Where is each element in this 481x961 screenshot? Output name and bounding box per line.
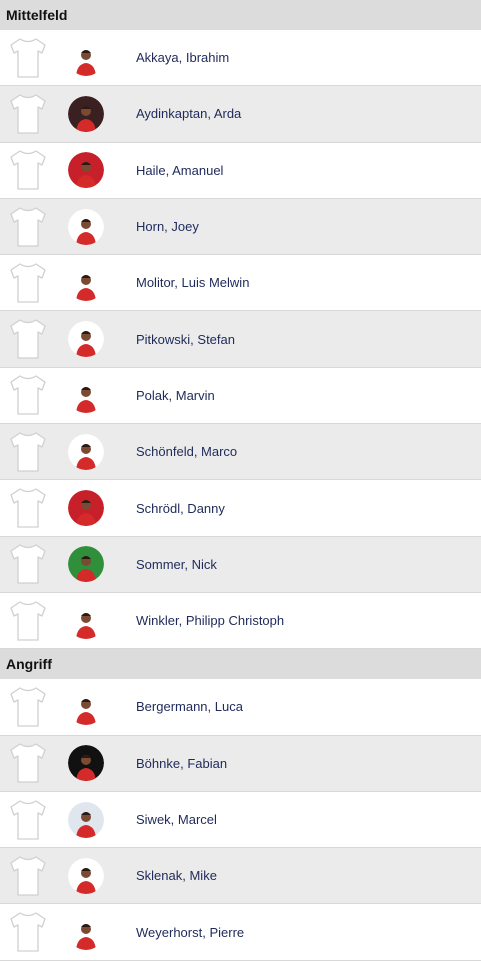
shirt-icon [10,94,46,134]
player-photo-icon [68,433,104,470]
player-avatar [68,801,104,838]
player-avatar [68,377,104,414]
player-avatar [68,433,104,470]
player-row[interactable]: Horn, Joey [0,198,481,256]
player-row[interactable]: Weyerhorst, Pierre [0,904,481,961]
shirt-icon [10,912,46,952]
shirt-icon [10,375,46,416]
section-header: Mittelfeld [0,0,481,30]
shirt-icon [10,37,46,78]
player-name[interactable]: Schrödl, Danny [136,501,225,516]
shirt-icon [10,488,46,528]
player-row[interactable]: Bergermann, Luca [0,679,481,736]
player-avatar [68,152,104,189]
player-name[interactable]: Molitor, Luis Melwin [136,275,249,290]
player-avatar [68,602,104,639]
shirt-icon [10,432,46,472]
shirt-icon [10,263,46,303]
player-row[interactable]: Akkaya, Ibrahim [0,30,481,87]
player-avatar [68,490,104,527]
player-row[interactable]: Schönfeld, Marco [0,424,481,481]
shirt-icon [10,743,46,783]
section-header: Angriff [0,649,481,680]
player-name[interactable]: Weyerhorst, Pierre [136,925,244,940]
player-avatar [68,264,104,301]
player-name[interactable]: Horn, Joey [136,219,199,234]
player-avatar [68,857,104,894]
player-photo-icon [68,745,104,782]
player-avatar [68,688,104,725]
player-photo-icon [68,264,104,301]
shirt-icon [10,856,46,896]
player-row[interactable]: Böhnke, Fabian [0,735,481,792]
player-photo-icon [68,914,104,951]
player-avatar [68,208,104,245]
player-row[interactable]: Polak, Marvin [0,367,481,425]
shirt-icon [10,687,46,727]
player-avatar [68,745,104,782]
player-row[interactable]: Aydinkaptan, Arda [0,86,481,143]
player-name[interactable]: Sklenak, Mike [136,868,217,883]
player-row[interactable]: Schrödl, Danny [0,480,481,537]
player-avatar [68,95,104,132]
player-name[interactable]: Polak, Marvin [136,388,215,403]
player-photo-icon [68,602,104,639]
shirt-icon [10,544,46,584]
player-avatar [68,546,104,583]
player-name[interactable]: Pitkowski, Stefan [136,332,235,347]
player-name[interactable]: Schönfeld, Marco [136,444,237,459]
player-avatar [68,39,104,76]
player-photo-icon [68,95,104,132]
shirt-icon [10,319,46,359]
player-photo-icon [68,801,104,838]
player-name[interactable]: Böhnke, Fabian [136,756,227,771]
player-name[interactable]: Bergermann, Luca [136,699,243,714]
player-row[interactable]: Haile, Amanuel [0,142,481,199]
player-photo-icon [68,208,104,245]
player-row[interactable]: Pitkowski, Stefan [0,311,481,368]
player-name[interactable]: Akkaya, Ibrahim [136,50,229,65]
player-photo-icon [68,152,104,189]
player-name[interactable]: Siwek, Marcel [136,812,217,827]
player-photo-icon [68,377,104,414]
shirt-icon [10,150,46,190]
player-avatar [68,321,104,358]
player-name[interactable]: Aydinkaptan, Arda [136,106,241,121]
player-photo-icon [68,546,104,583]
shirt-icon [10,206,46,247]
player-row[interactable]: Molitor, Luis Melwin [0,255,481,312]
player-row[interactable]: Sommer, Nick [0,536,481,593]
player-row[interactable]: Sklenak, Mike [0,848,481,905]
player-photo-icon [68,321,104,358]
player-row[interactable]: Winkler, Philipp Christoph [0,592,481,650]
player-avatar [68,914,104,951]
player-name[interactable]: Sommer, Nick [136,557,217,572]
player-name[interactable]: Winkler, Philipp Christoph [136,613,284,628]
player-photo-icon [68,857,104,894]
shirt-icon [10,799,46,840]
player-photo-icon [68,39,104,76]
player-name[interactable]: Haile, Amanuel [136,163,223,178]
shirt-icon [10,600,46,641]
player-photo-icon [68,688,104,725]
squad-list: Mittelfeld Akkaya, Ibrahim Aydinkaptan, … [0,0,481,961]
player-row[interactable]: Siwek, Marcel [0,791,481,849]
player-photo-icon [68,490,104,527]
